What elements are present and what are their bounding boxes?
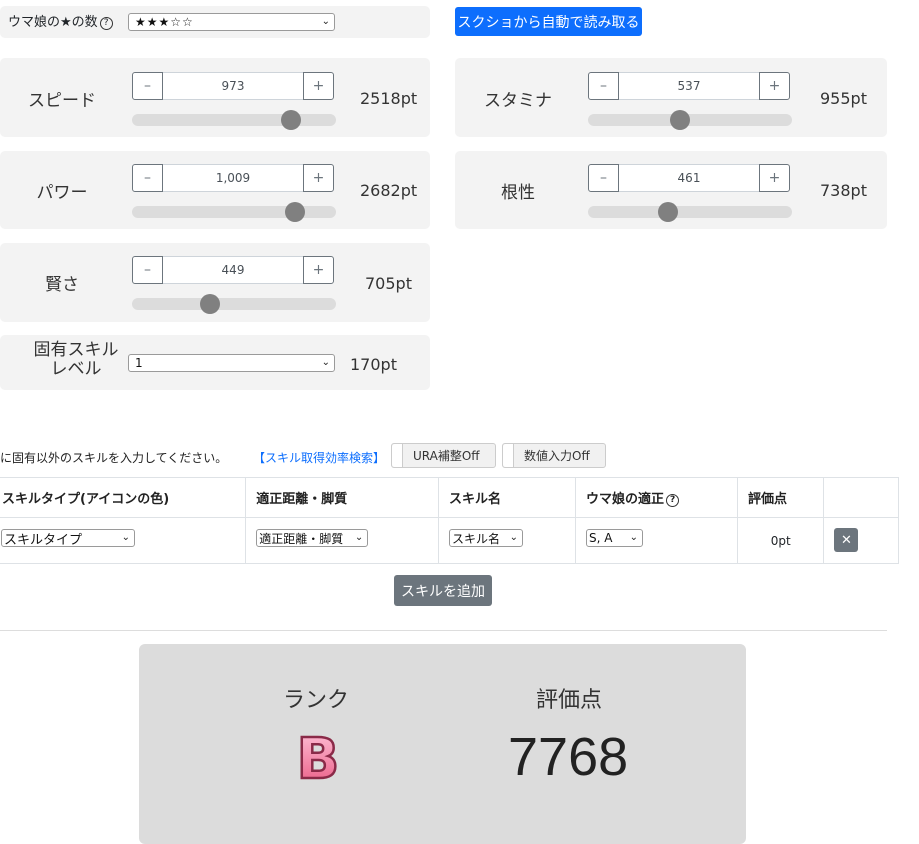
aptitude-select[interactable]: S, A ⌄ [586,529,644,547]
stamina-plus-button[interactable]: + [759,72,790,100]
chevron-down-icon: ⌄ [629,532,639,543]
speed-label: スピード [28,91,96,111]
power-slider[interactable] [132,202,336,222]
wisdom-slider[interactable] [132,294,336,314]
distance-select[interactable]: 適正距離・脚質 ⌄ [256,529,369,547]
stars-panel: ウマ娘の★の数? ★★★☆☆ ⌄ [0,6,430,38]
stamina-slider[interactable] [588,110,792,130]
wisdom-pt: 705pt [365,274,412,293]
score-label: 評価点 [536,688,603,713]
header-distance: 適正距離・脚質 [245,477,439,518]
chevron-down-icon: ⌄ [354,532,364,543]
header-aptitude: ウマ娘の適正? [575,477,738,518]
unique-skill-label: 固有スキル レベル [33,340,119,379]
stars-label: ウマ娘の★の数? [8,11,113,30]
number-input-toggle-handle[interactable] [503,444,514,467]
help-icon[interactable]: ? [666,494,680,507]
speed-plus-button[interactable]: + [303,72,334,100]
skill-name-select[interactable]: スキル名 ⌄ [448,529,523,547]
header-skill-name: スキル名 [437,477,577,518]
stamina-slider-handle[interactable] [669,110,690,130]
cell-skill-name: スキル名 ⌄ [437,517,577,564]
score-value: 7768 [508,727,629,787]
speed-input[interactable]: 973 [163,72,303,100]
wisdom-minus-button[interactable]: – [132,256,163,284]
chevron-down-icon: ⌄ [509,532,518,543]
rank-label: ランク [283,688,350,713]
stamina-label: スタミナ [484,91,552,111]
power-input[interactable]: 1,009 [163,164,303,192]
guts-label: 根性 [501,183,535,203]
power-stepper[interactable]: – 1,009 + [132,164,334,194]
power-label: パワー [36,183,88,203]
delete-skill-button[interactable]: ✕ [834,528,859,552]
wisdom-input[interactable]: 449 [163,256,303,284]
header-skill-type: スキルタイプ(アイコンの色) [0,477,247,518]
stamina-input[interactable]: 537 [619,72,759,100]
cell-skill-type: スキルタイプ ⌄ [0,517,247,564]
speed-minus-button[interactable]: – [132,72,163,100]
header-score: 評価点 [736,477,825,518]
skill-search-link[interactable]: 【スキル取得効率検索】 [253,449,385,466]
ura-toggle[interactable]: URA補整Off [391,443,496,468]
skill-type-select[interactable]: スキルタイプ ⌄ [1,529,135,548]
stamina-stepper[interactable]: – 537 + [588,72,790,102]
power-pt: 2682pt [360,181,418,200]
chevron-down-icon: ⌄ [321,357,330,368]
close-icon: ✕ [841,532,852,548]
guts-slider[interactable] [588,202,792,222]
number-input-toggle[interactable]: 数値入力Off [502,443,606,468]
wisdom-stepper[interactable]: – 449 + [132,256,334,286]
stamina-minus-button[interactable]: – [588,72,619,100]
table-row: スキルタイプ ⌄ 適正距離・脚質 ⌄ スキル名 ⌄ S, A ⌄ 0pt ✕ [0,517,899,564]
add-skill-button[interactable]: スキルを追加 [394,575,492,606]
chevron-down-icon: ⌄ [121,532,130,543]
rank-badge: B [293,726,343,794]
header-actions [823,477,899,518]
stamina-pt: 955pt [820,89,867,108]
stars-select[interactable]: ★★★☆☆ ⌄ [128,13,335,31]
ura-toggle-handle[interactable] [392,444,403,467]
unique-skill-pt: 170pt [350,355,397,374]
wisdom-slider-handle[interactable] [199,294,220,314]
guts-stepper[interactable]: – 461 + [588,164,790,194]
cell-distance: 適正距離・脚質 ⌄ [245,517,439,564]
guts-slider-handle[interactable] [657,202,678,222]
divider [0,630,887,631]
skills-table: スキルタイプ(アイコンの色) 適正距離・脚質 スキル名 ウマ娘の適正? 評価点 … [0,477,899,564]
result-panel [139,644,746,844]
cell-delete: ✕ [823,517,899,564]
guts-pt: 738pt [820,181,867,200]
chevron-down-icon: ⌄ [321,16,330,27]
rank-b-icon: B [295,726,340,794]
wisdom-plus-button[interactable]: + [303,256,334,284]
help-icon[interactable]: ? [99,17,113,30]
cell-score: 0pt [736,517,825,564]
svg-text:B: B [297,727,340,785]
cell-aptitude: S, A ⌄ [575,517,738,564]
skill-score: 0pt [770,533,791,548]
guts-input[interactable]: 461 [619,164,759,192]
speed-slider-handle[interactable] [281,110,302,130]
table-header-row: スキルタイプ(アイコンの色) 適正距離・脚質 スキル名 ウマ娘の適正? 評価点 [0,477,899,518]
guts-minus-button[interactable]: – [588,164,619,192]
speed-stepper[interactable]: – 973 + [132,72,334,102]
speed-pt: 2518pt [360,89,418,108]
guts-plus-button[interactable]: + [759,164,790,192]
wisdom-label: 賢さ [45,275,79,295]
screenshot-read-button[interactable]: スクショから自動で読み取る [455,7,642,36]
power-minus-button[interactable]: – [132,164,163,192]
unique-skill-level-select[interactable]: 1 ⌄ [128,354,335,372]
skills-instruction: に固有以外のスキルを入力してください。 [0,451,228,465]
power-plus-button[interactable]: + [303,164,334,192]
speed-slider[interactable] [132,110,336,130]
